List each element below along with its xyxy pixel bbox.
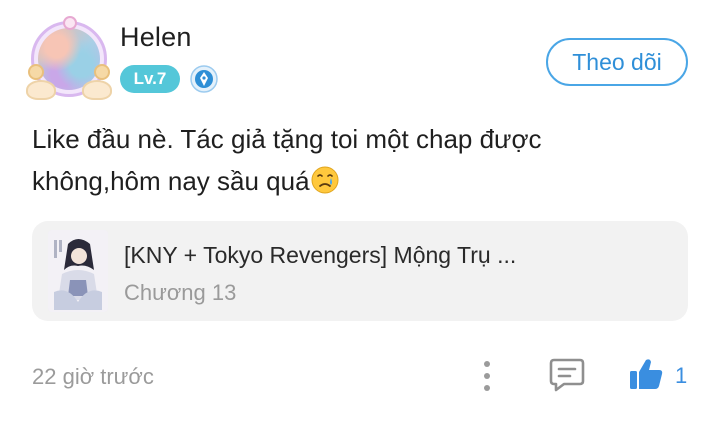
comment-text: Like đầu nè. Tác giả tặng toi một chap đ… bbox=[32, 118, 672, 202]
frame-wing-left bbox=[26, 80, 56, 100]
more-vertical-icon[interactable] bbox=[472, 356, 502, 396]
avatar[interactable] bbox=[26, 16, 112, 100]
frame-wing-right bbox=[82, 80, 112, 100]
story-chapter: Chương 13 bbox=[124, 280, 237, 305]
username[interactable]: Helen bbox=[120, 22, 192, 53]
timestamp: 22 giờ trước bbox=[32, 364, 154, 389]
comment-card: Helen Lv.7 Theo dõi Like đầu nè. Tác giả… bbox=[0, 0, 720, 432]
diamond-badge-icon bbox=[190, 65, 218, 93]
story-card[interactable]: [KNY + Tokyo Revengers] Mộng Trụ ... Chư… bbox=[32, 221, 688, 321]
like-button[interactable]: 1 bbox=[628, 354, 692, 396]
follow-button[interactable]: Theo dõi bbox=[546, 38, 688, 86]
frame-ornament-top bbox=[63, 16, 77, 30]
comment-body: Like đầu nè. Tác giả tặng toi một chap đ… bbox=[32, 124, 542, 196]
level-badge: Lv.7 bbox=[120, 65, 180, 93]
sad-tear-emoji bbox=[311, 166, 339, 194]
story-title: [KNY + Tokyo Revengers] Mộng Trụ ... bbox=[124, 242, 517, 268]
like-count: 1 bbox=[675, 363, 688, 388]
thumbs-up-icon bbox=[630, 359, 663, 389]
comment-icon[interactable] bbox=[548, 355, 586, 393]
story-cover-image bbox=[48, 230, 108, 312]
frame-ornament-right bbox=[94, 64, 110, 80]
frame-ornament-left bbox=[28, 64, 44, 80]
